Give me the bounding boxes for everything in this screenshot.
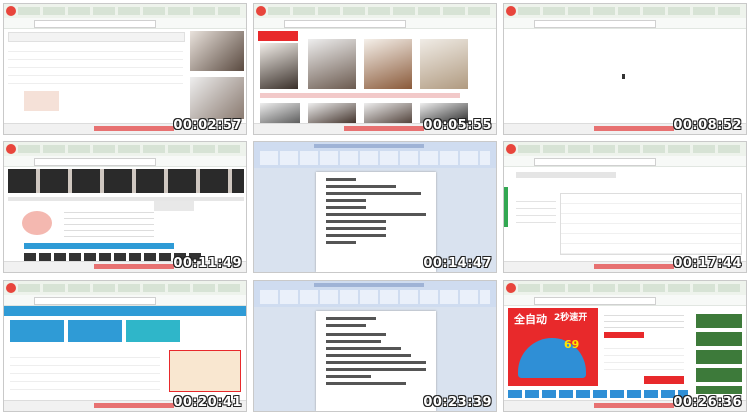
timestamp: 00:05:55 <box>423 118 492 133</box>
product-image: 全自动 2秒速开 69 <box>508 308 598 386</box>
timestamp: 00:20:41 <box>173 395 242 410</box>
page-content <box>254 29 496 125</box>
promo-text-2: 2秒速开 <box>554 313 588 323</box>
browser-logo-icon[interactable] <box>6 283 16 293</box>
thumbnail-8[interactable]: 00:23:39 <box>253 280 497 412</box>
address-bar <box>254 18 496 29</box>
thumbnail-9[interactable]: 全自动 2秒速开 69 00:26:36 <box>503 280 747 412</box>
timestamp: 00:23:39 <box>423 395 492 410</box>
document-page <box>316 311 436 411</box>
address-bar <box>504 156 746 167</box>
browser-logo-icon[interactable] <box>506 283 516 293</box>
timestamp: 00:11:49 <box>173 256 242 271</box>
timestamp: 00:02:57 <box>173 118 242 133</box>
address-bar <box>504 295 746 306</box>
page-content <box>504 167 746 262</box>
promo-text-1: 全自动 <box>514 313 547 326</box>
price-badge: 69 <box>564 338 580 351</box>
browser-tabbar <box>4 142 246 157</box>
thumbnail-4[interactable]: 00:11:49 <box>3 141 247 273</box>
word-ribbon <box>254 281 496 308</box>
thumbnail-5[interactable]: 00:14:47 <box>253 141 497 273</box>
word-ribbon <box>254 142 496 169</box>
browser-logo-icon[interactable] <box>256 6 266 16</box>
browser-logo-icon[interactable] <box>6 6 16 16</box>
thumbnail-2[interactable]: 00:05:55 <box>253 3 497 135</box>
browser-tabbar <box>4 281 246 296</box>
page-content <box>504 29 746 124</box>
video-thumbnail-grid: 00:02:57 00:05:55 00:08:52 00:11:49 00:1… <box>0 0 750 415</box>
browser-tabbar <box>504 281 746 296</box>
browser-logo-icon[interactable] <box>6 144 16 154</box>
thumbnail-1[interactable]: 00:02:57 <box>3 3 247 135</box>
page-content <box>4 167 246 262</box>
page-content <box>4 306 246 401</box>
browser-tabbar <box>4 4 246 19</box>
address-bar <box>4 18 246 29</box>
browser-tabbar <box>504 142 746 157</box>
timestamp: 00:26:36 <box>673 395 742 410</box>
page-content <box>4 29 246 124</box>
browser-tabbar <box>254 4 496 19</box>
browser-logo-icon[interactable] <box>506 144 516 154</box>
thumbnail-7[interactable]: 00:20:41 <box>3 280 247 412</box>
thumbnail-3[interactable]: 00:08:52 <box>503 3 747 135</box>
address-bar <box>4 156 246 167</box>
browser-logo-icon[interactable] <box>506 6 516 16</box>
address-bar <box>4 295 246 306</box>
timestamp: 00:17:44 <box>673 256 742 271</box>
document-page <box>316 172 436 272</box>
browser-tabbar <box>504 4 746 19</box>
page-content: 全自动 2秒速开 69 <box>504 306 746 401</box>
timestamp: 00:14:47 <box>423 256 492 271</box>
timestamp: 00:08:52 <box>673 118 742 133</box>
thumbnail-6[interactable]: 00:17:44 <box>503 141 747 273</box>
address-bar <box>504 18 746 29</box>
